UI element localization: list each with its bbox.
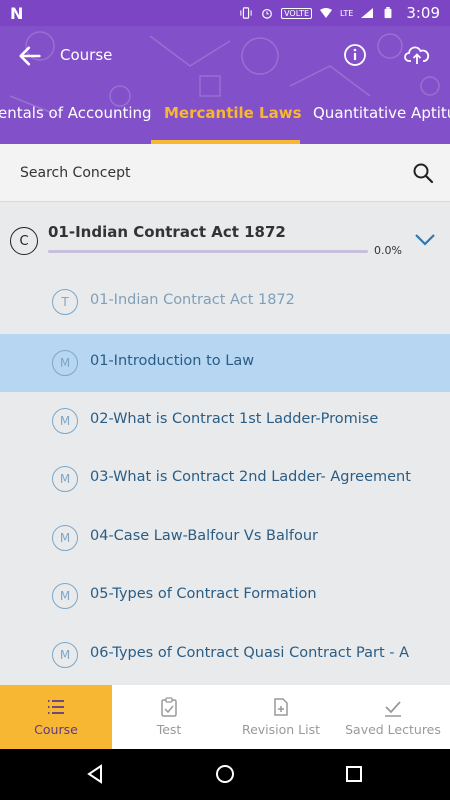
clipboard-check-icon	[161, 697, 177, 717]
home-circle-icon[interactable]	[214, 763, 236, 785]
chapter-badge: C	[10, 227, 38, 255]
list-item[interactable]: M 04-Case Law-Balfour Vs Balfour	[0, 509, 450, 567]
item-badge: M	[52, 642, 78, 668]
nav-revision-list[interactable]: Revision List	[225, 685, 337, 749]
item-label: 04-Case Law-Balfour Vs Balfour	[90, 528, 318, 544]
search-input[interactable]: Search Concept	[20, 165, 130, 181]
item-label: 03-What is Contract 2nd Ladder- Agreemen…	[90, 469, 411, 485]
tab-quantitative-aptitude[interactable]: Quantitative Aptitude	[313, 104, 450, 122]
item-badge: M	[52, 350, 78, 376]
wifi-icon	[320, 8, 333, 18]
clock: 3:09	[406, 4, 440, 22]
list-item[interactable]: M 01-Introduction to Law	[0, 334, 450, 392]
tab-mercantile-laws[interactable]: Mercantile Laws	[164, 104, 302, 122]
notification-n-icon: N	[10, 4, 24, 23]
back-arrow-icon[interactable]	[16, 42, 44, 70]
item-label: 06-Types of Contract Quasi Contract Part…	[90, 645, 410, 661]
list-item[interactable]: T 01-Indian Contract Act 1872	[0, 273, 450, 331]
list-icon	[48, 700, 64, 714]
page-title: Course	[60, 46, 113, 64]
app-header: Course entals of Accounting Mercantile L…	[0, 26, 450, 144]
nav-test-label: Test	[156, 722, 182, 737]
item-badge: T	[52, 289, 78, 315]
item-badge: M	[52, 525, 78, 551]
system-navigation-bar	[0, 749, 450, 800]
status-bar: N VOLTE LTE 3:09	[0, 0, 450, 26]
signal-icon	[361, 8, 374, 18]
status-icons: VOLTE LTE 3:09	[239, 4, 440, 22]
item-badge: M	[52, 408, 78, 434]
list-item[interactable]: M 05-Types of Contract Formation	[0, 567, 450, 625]
item-label: 05-Types of Contract Formation	[90, 586, 317, 602]
volte-badge: VOLTE	[281, 7, 313, 19]
search-bar[interactable]: Search Concept	[0, 144, 450, 202]
info-icon[interactable]	[343, 43, 367, 67]
search-icon[interactable]	[412, 162, 434, 184]
checkmark-icon	[385, 701, 401, 717]
nav-test[interactable]: Test	[113, 685, 225, 749]
chevron-down-icon[interactable]	[414, 231, 436, 247]
nav-course-label: Course	[34, 722, 78, 737]
battery-icon	[384, 7, 392, 19]
file-add-icon	[274, 698, 288, 716]
nav-saved-label: Saved Lectures	[345, 722, 441, 737]
chapter-progress-bar	[48, 250, 368, 253]
back-triangle-icon[interactable]	[84, 763, 106, 785]
list-item[interactable]: M 03-What is Contract 2nd Ladder- Agreem…	[0, 450, 450, 508]
chapter-title: 01-Indian Contract Act 1872	[48, 223, 286, 241]
cloud-upload-icon[interactable]	[404, 42, 430, 68]
tab-accounting[interactable]: entals of Accounting	[0, 104, 152, 122]
item-label: 02-What is Contract 1st Ladder-Promise	[90, 411, 379, 427]
list-item[interactable]: M 06-Types of Contract Quasi Contract Pa…	[0, 626, 450, 684]
network-type: LTE	[340, 8, 354, 18]
list-item[interactable]: M 02-What is Contract 1st Ladder-Promise	[0, 392, 450, 450]
item-label: 01-Introduction to Law	[90, 353, 255, 369]
chapter-header[interactable]: C 01-Indian Contract Act 1872 0.0%	[0, 203, 450, 273]
subject-tabs: entals of Accounting Mercantile Laws Qua…	[0, 98, 450, 144]
recents-square-icon[interactable]	[343, 763, 365, 785]
item-label: 01-Indian Contract Act 1872	[90, 292, 295, 308]
chapter-progress-percent: 0.0%	[374, 244, 402, 257]
alarm-icon	[262, 8, 272, 19]
item-badge: M	[52, 583, 78, 609]
bottom-navigation: Course Test Revision List Saved Lectures	[0, 685, 450, 749]
nav-course[interactable]: Course	[0, 685, 112, 749]
vibrate-icon	[240, 7, 252, 19]
nav-saved-lectures[interactable]: Saved Lectures	[337, 685, 449, 749]
nav-revision-label: Revision List	[241, 722, 321, 737]
item-badge: M	[52, 466, 78, 492]
